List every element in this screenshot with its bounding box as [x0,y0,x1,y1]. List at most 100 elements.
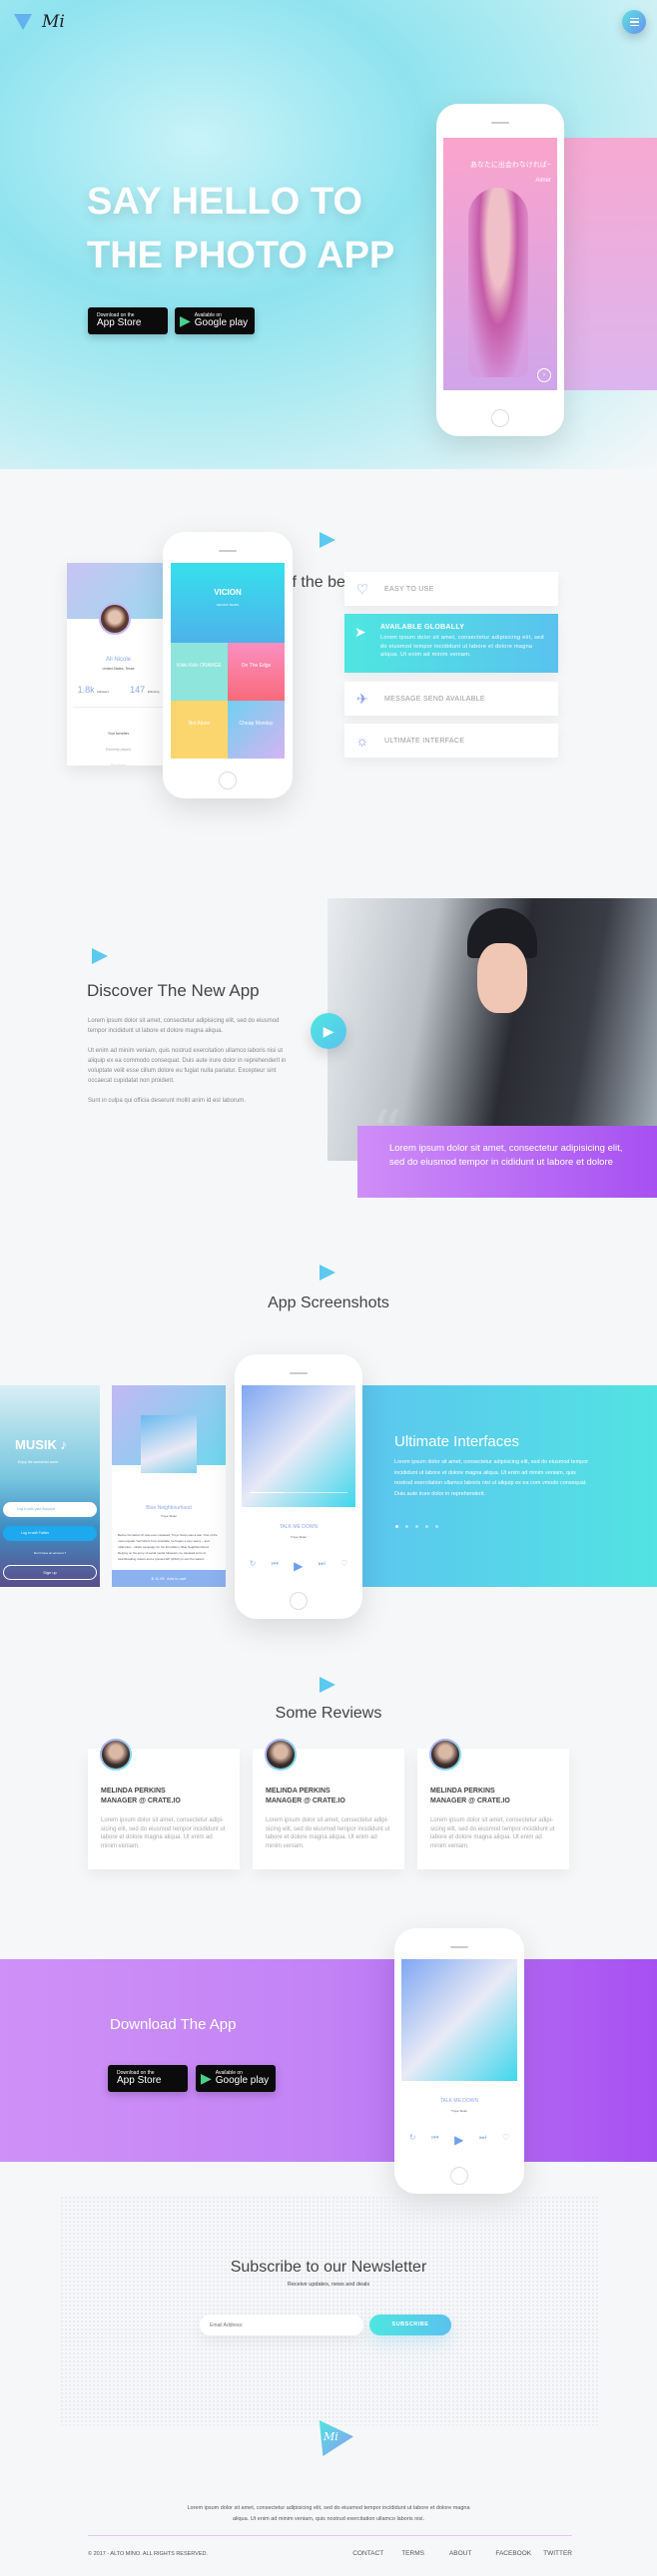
footer-link-about[interactable]: ABOUT [449,2550,471,2557]
slide-dot[interactable] [405,1525,408,1528]
brand-logo[interactable]: Mi [14,12,65,32]
player-screen: TALK ME DOWN Troye Sivan ↻ ⏮ ▶ ⏭ ♡ [242,1385,355,1585]
home-button [219,772,237,789]
features-phone-screen: VICION DEVIN'S TEARS Kikki Kids ORANGE O… [171,563,285,766]
menu-purchase[interactable]: Purchase [73,758,164,766]
discover-text: Lorem ipsum dolor sit amet, consectetur … [88,1018,287,1104]
heart-icon[interactable]: ♡ [502,2133,509,2147]
play-video-button[interactable]: ▶ [311,1013,346,1049]
heart-icon[interactable]: ♡ [340,1559,347,1573]
section-logo-icon [320,1265,335,1281]
section-logo-icon [92,948,108,964]
review-card: MELINDA PERKINS MANAGER @ CRATE.IO Lorem i… [88,1739,240,1869]
reviews-title: Some Reviews [275,1705,382,1722]
screenshots-title: App Screenshots [268,1294,389,1311]
newsletter-title: Subscribe to our Newsletter [230,2259,427,2276]
navigation-icon: ➤ [354,624,367,640]
play-logo-icon [14,14,32,30]
add-to-cart-button[interactable]: $ 11.99 Add to cart [112,1570,226,1587]
app-store-button[interactable]: Download on the App Store [108,2065,188,2092]
footer-link-terms[interactable]: TERMS [401,2550,424,2557]
next-arrow-icon[interactable]: › [537,368,551,382]
tile-on-the-edge[interactable]: On The Edge [228,643,285,701]
footer-link-twitter[interactable]: TWITTER [543,2550,572,2557]
review-card: MELINDA PERKINS MANAGER @ CRATE.IO Lorem i… [417,1739,569,1869]
feature-available-globally: ➤ AVAILABLE GLOBALLY Lorem ipsum dolor sit… [344,614,558,673]
album-art [401,1959,517,2081]
progress-bar[interactable] [250,1492,284,1493]
subscribe-button[interactable]: SUBSCRIBE [369,2315,451,2335]
avatar [429,1739,461,1771]
play-icon[interactable]: ▶ [454,2133,463,2147]
review-card: MELINDA PERKINS MANAGER @ CRATE.IO Lorem i… [253,1739,404,1869]
previous-icon[interactable]: ⏮ [431,2133,438,2147]
previous-icon[interactable]: ⏮ [272,1559,279,1573]
world-map-dots [60,2196,599,2425]
paper-plane-icon: ✈ [355,690,369,707]
portrait-image [468,188,528,377]
next-icon[interactable]: ⏭ [319,1559,326,1573]
signup-button[interactable]: Sign up [3,1565,97,1580]
feature-message-send: ✈ MESSAGE SEND AVAILABLE [344,682,558,716]
slide-dot[interactable] [395,1525,398,1528]
features-phone: VICION DEVIN'S TEARS Kikki Kids ORANGE O… [163,532,293,798]
footer-divider [88,2535,572,2536]
tile-not-alone[interactable]: Not Alone [171,701,228,759]
section-logo-icon [320,532,335,548]
section-logo-icon [320,1677,335,1693]
avatar [100,1739,132,1771]
footer-link-contact[interactable]: CONTACT [352,2550,383,2557]
hero-side-panel [564,138,657,390]
tile-cheap-monday[interactable]: Cheap Monday [228,701,285,759]
feature-ultimate-interface: ☼ ULTIMATE INTERFACE [344,724,558,758]
footer-text: Lorem ipsum dolor sit amet, consectetur … [187,2505,470,2522]
menu-recently-played[interactable]: Recently played [73,742,164,758]
home-button [491,409,509,427]
footer-bar: © 2017 - ALTO MINO. ALL RIGHTS RESERVED.… [88,2550,572,2557]
download-phone: TALK ME DOWN Troye Sivan ↻ ⏮ ▶ ⏭ ♡ [394,1928,524,2194]
home-button [290,1592,308,1610]
feature-easy-to-use: ♡ EASY TO USE [344,572,558,606]
login-twitter-button[interactable]: Log in with Twitter [3,1526,97,1541]
slide-dot[interactable] [435,1525,438,1528]
download-title: Download The App [110,2016,237,2033]
google-play-button[interactable]: ▶ Available on Google play [175,307,255,334]
email-input[interactable] [200,2315,363,2335]
player-phone: TALK ME DOWN Troye Sivan ↻ ⏮ ▶ ⏭ ♡ [235,1354,362,1619]
google-play-icon: ▶ [201,2070,212,2086]
footer-logo: Mi [319,2420,353,2456]
slide-dots [395,1525,438,1528]
menu-favorites[interactable]: Your favorites [73,726,164,742]
menu-button[interactable] [622,10,646,34]
hero-phone: あなたに出会わなければ~ Aimer › [436,104,564,436]
login-account-button[interactable]: Log in with your Account [3,1502,97,1517]
repeat-icon[interactable]: ↻ [250,1559,257,1573]
repeat-icon[interactable]: ↻ [409,2133,416,2147]
ultimate-interfaces-panel: Ultimate Interfaces Lorem ipsum dolor si… [362,1385,657,1587]
tile-orange[interactable]: Kikki Kids ORANGE [171,643,228,701]
play-icon[interactable]: ▶ [294,1559,303,1573]
app-store-button[interactable]: Download on the App Store [88,307,168,334]
avatar [99,603,131,635]
quote-icon: “ [371,1098,402,1168]
home-button [450,2167,468,2185]
footer-link-facebook[interactable]: FACEBOOK [495,2550,531,2557]
login-screen: MUSIK ♪ Enjoy the wonderful world Log in… [0,1385,100,1587]
avatar [265,1739,297,1771]
hero-headline: SAY HELLO TO THE PHOTO APP [87,181,395,276]
discover-title: Discover The New App [87,981,260,1000]
player-screen: TALK ME DOWN Troye Sivan ↻ ⏮ ▶ ⏭ ♡ [401,1959,517,2159]
google-play-button[interactable]: ▶ Available on Google play [196,2065,276,2092]
newsletter-subtitle: Receive updates, news and deals [287,2282,370,2288]
slide-dot[interactable] [425,1525,428,1528]
next-icon[interactable]: ⏭ [479,2133,486,2147]
hero-phone-screen: あなたに出会わなければ~ Aimer › [443,138,557,390]
download-band [0,1959,657,2162]
quote-box: “ Lorem ipsum dolor sit amet, consectetu… [357,1098,657,1198]
slide-dot[interactable] [415,1525,418,1528]
album-cover [141,1415,197,1473]
lightbulb-icon: ☼ [355,733,369,749]
album-art [242,1385,355,1507]
profile-card: Ali Nicole United States, Texas 1.8k fol… [67,563,170,766]
google-play-icon: ▶ [180,312,191,328]
